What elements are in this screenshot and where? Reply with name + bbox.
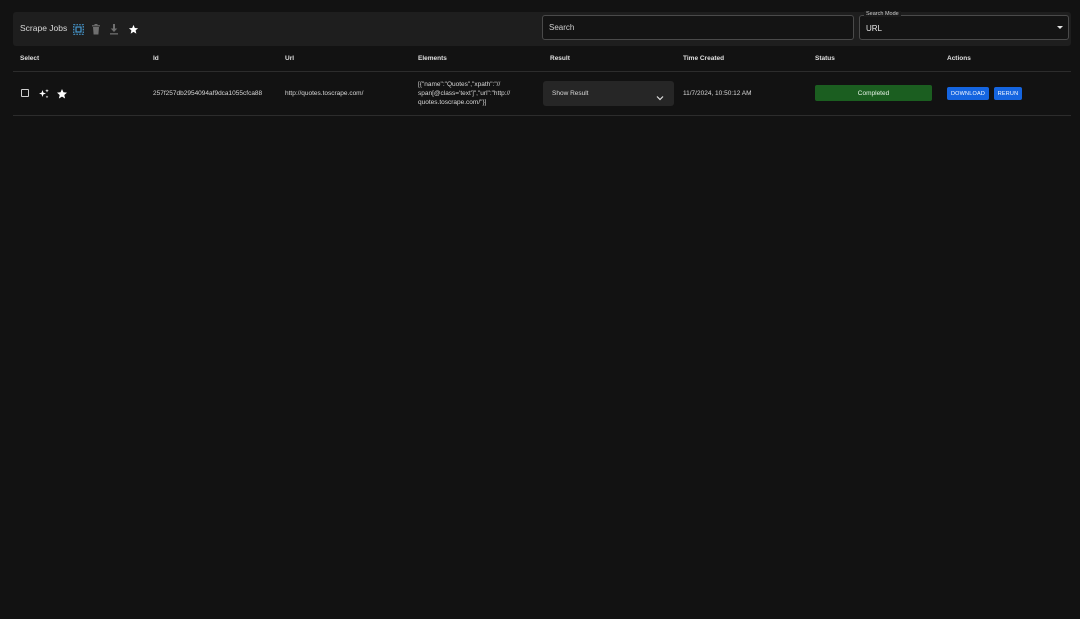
header-select: Select — [20, 55, 40, 62]
row-elements: [{"name":"Quotes","xpath":"// span[@clas… — [418, 80, 538, 107]
header-id: Id — [153, 55, 159, 62]
select-all-icon[interactable] — [71, 22, 85, 36]
download-icon[interactable] — [107, 22, 121, 36]
row-id: 257f257db2954094af9dca1055cfca88 — [153, 90, 263, 97]
header-elements: Elements — [418, 55, 447, 62]
download-button[interactable]: DOWNLOAD — [947, 87, 989, 100]
toolbar-title: Scrape Jobs — [20, 23, 68, 33]
chevron-down-icon — [656, 89, 664, 107]
header-url: Url — [285, 55, 295, 62]
row-elements-line: quotes.toscrape.com/"}] — [418, 99, 487, 106]
show-result-label: Show Result — [552, 90, 589, 97]
row-elements-line: [{"name":"Quotes","xpath":"// — [418, 81, 501, 88]
caret-down-icon — [1057, 26, 1063, 29]
header-time-created: Time Created — [683, 55, 725, 62]
status-badge: Completed — [815, 85, 932, 101]
scrape-jobs-page: Scrape Jobs Search Search Mode URL Selec… — [0, 0, 1080, 619]
show-result-select[interactable]: Show Result — [543, 81, 674, 106]
row-url: http://quotes.toscrape.com/ — [285, 90, 364, 97]
search-mode-label: Search Mode — [864, 11, 901, 17]
header-actions: Actions — [947, 55, 971, 62]
header-result: Result — [550, 55, 570, 62]
sparkle-icon[interactable] — [38, 87, 50, 99]
search-mode-value: URL — [866, 24, 883, 33]
search-input[interactable] — [542, 15, 854, 40]
header-divider — [13, 71, 1071, 72]
row-time-created: 11/7/2024, 10:50:12 AM — [683, 90, 752, 97]
trash-icon[interactable] — [89, 22, 103, 36]
rerun-button[interactable]: RERUN — [994, 87, 1022, 100]
star-icon[interactable] — [126, 22, 140, 36]
row-select-checkbox[interactable] — [21, 89, 29, 97]
header-status: Status — [815, 55, 835, 62]
favorite-star-icon[interactable] — [56, 87, 68, 99]
row-divider — [13, 115, 1071, 116]
search-mode-select[interactable]: Search Mode URL — [859, 11, 1069, 40]
row-elements-line: span[@class='text']","url":"http:// — [418, 90, 511, 97]
